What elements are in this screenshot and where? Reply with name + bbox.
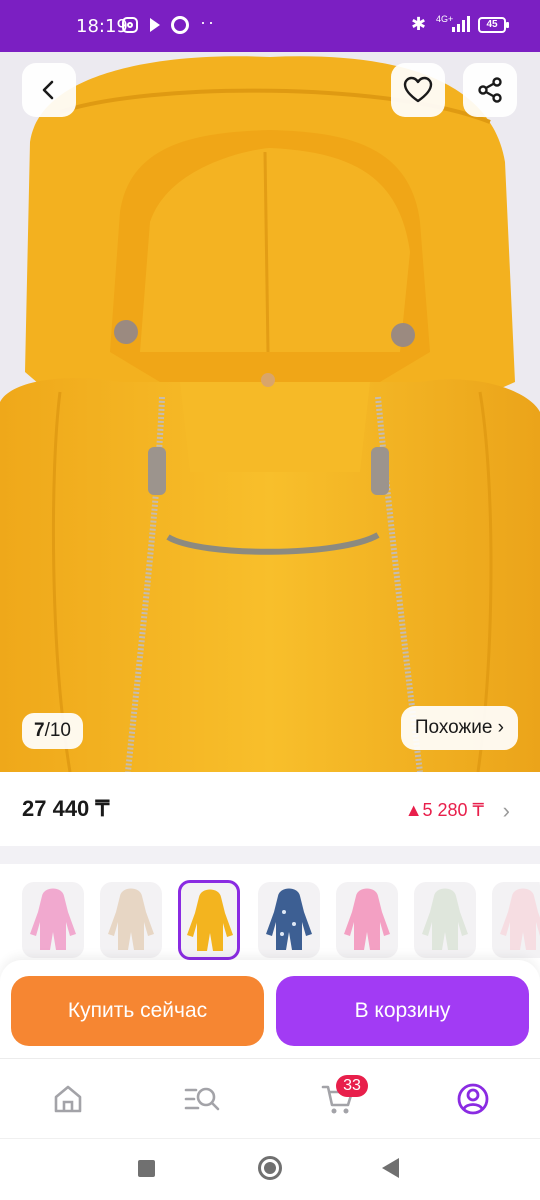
share-button[interactable] bbox=[463, 63, 517, 117]
product-photo bbox=[0, 52, 540, 772]
back-arrow-icon bbox=[42, 80, 54, 100]
price-section[interactable]: 27 440 ₸ ▲5 280 ₸ › bbox=[0, 772, 540, 846]
photo-total: 10 bbox=[49, 720, 71, 741]
variant-thumbnail bbox=[422, 888, 468, 950]
photo-current: 7 bbox=[34, 720, 45, 741]
photo-counter: 7/10 bbox=[22, 713, 83, 749]
home-icon bbox=[54, 1085, 82, 1113]
variant-thumbnail bbox=[187, 889, 233, 951]
back-button[interactable] bbox=[22, 63, 76, 117]
price: 27 440 ₸ bbox=[22, 796, 110, 821]
variant-yellow[interactable] bbox=[178, 880, 240, 960]
favorite-button[interactable] bbox=[391, 63, 445, 117]
variant-thumbnail bbox=[30, 888, 76, 950]
back-triangle-icon[interactable] bbox=[382, 1158, 399, 1178]
recents-icon[interactable] bbox=[138, 1160, 155, 1177]
play-icon bbox=[150, 18, 160, 32]
bluetooth-icon: ✱ bbox=[411, 14, 427, 34]
signal-icon bbox=[452, 16, 470, 32]
similar-products-button[interactable]: Похожие › bbox=[400, 706, 518, 750]
profile-icon bbox=[457, 1083, 489, 1115]
section-divider bbox=[0, 846, 540, 864]
variant-thumbnail bbox=[266, 888, 312, 950]
variant-thumbnail bbox=[344, 888, 390, 950]
add-to-cart-button[interactable]: В корзину bbox=[276, 976, 529, 1046]
heart-icon bbox=[403, 76, 433, 103]
network-type: 4G+ bbox=[436, 14, 454, 24]
product-image-gallery[interactable]: 7/10 Похожие › bbox=[0, 52, 540, 772]
system-navigation bbox=[0, 1138, 540, 1200]
status-time: 18:19 bbox=[76, 16, 128, 37]
variant-mint[interactable] bbox=[414, 882, 476, 958]
nav-catalog[interactable] bbox=[184, 1081, 220, 1117]
price-change: ▲5 280 ₸ bbox=[404, 800, 484, 820]
variant-pink-light[interactable] bbox=[336, 882, 398, 958]
cart-count-badge: 33 bbox=[336, 1075, 368, 1097]
chevron-right-icon[interactable]: › bbox=[503, 798, 510, 824]
more-dots-icon: ·· bbox=[200, 12, 216, 32]
share-icon bbox=[478, 77, 502, 103]
catalog-search-icon bbox=[184, 1087, 220, 1111]
nav-profile[interactable] bbox=[455, 1081, 491, 1117]
circle-icon bbox=[171, 16, 189, 34]
nav-home[interactable] bbox=[50, 1081, 86, 1117]
buy-now-button[interactable]: Купить сейчас bbox=[11, 976, 264, 1046]
variant-beige[interactable] bbox=[100, 882, 162, 958]
battery-icon: 45 bbox=[478, 17, 509, 33]
variant-pale-pink[interactable] bbox=[492, 882, 540, 958]
variant-thumbnail bbox=[500, 888, 540, 950]
variant-blue-print[interactable] bbox=[258, 882, 320, 958]
instagram-icon bbox=[122, 17, 138, 33]
action-bar: Купить сейчас В корзину bbox=[0, 960, 540, 1058]
variant-thumbnail bbox=[108, 888, 154, 950]
status-bar: 18:19 ·· ✱ 4G+ 45 bbox=[0, 0, 540, 52]
bottom-navigation: 33 bbox=[0, 1058, 540, 1138]
color-variants bbox=[0, 864, 540, 974]
variant-pink[interactable] bbox=[22, 882, 84, 958]
home-circle-icon[interactable] bbox=[258, 1156, 282, 1180]
